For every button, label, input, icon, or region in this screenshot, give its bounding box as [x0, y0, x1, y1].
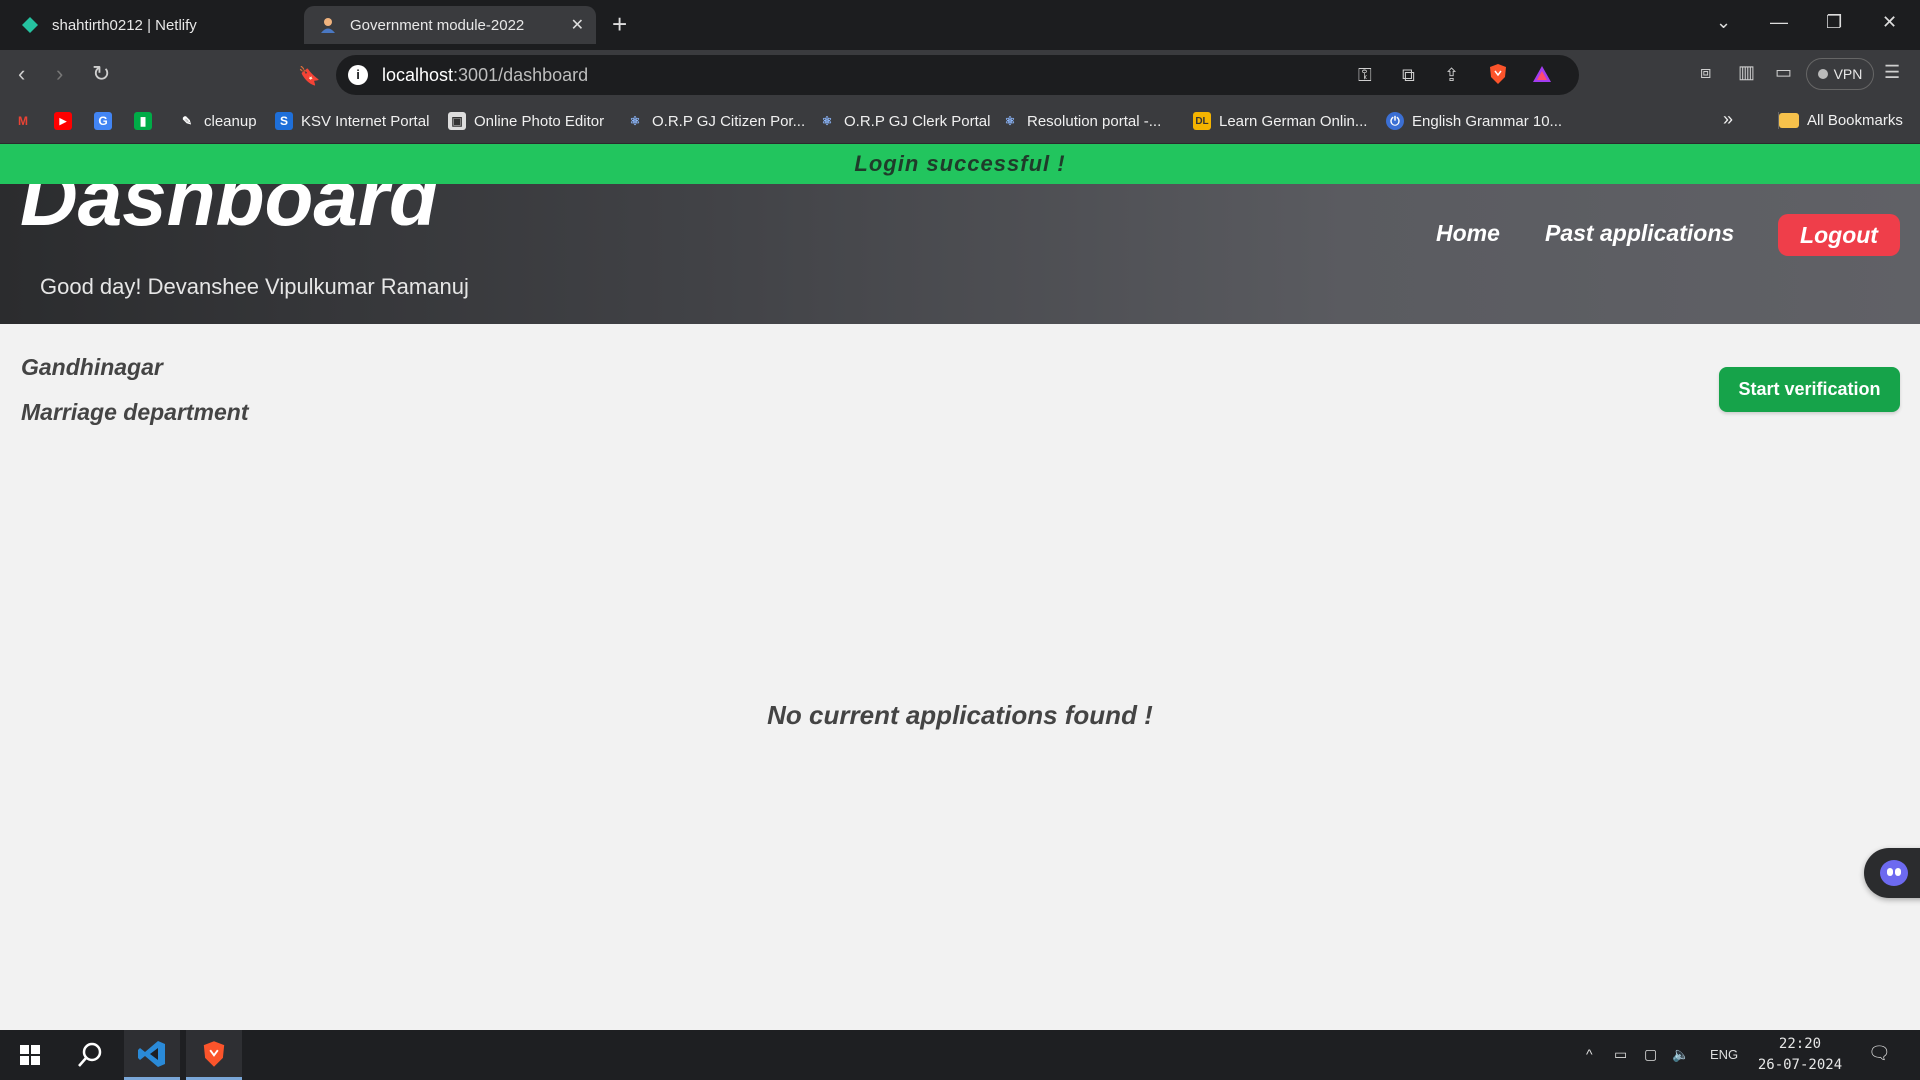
greeting-text: Good day! Devanshee Vipulkumar Ramanuj — [40, 274, 469, 299]
url-path: :3001/dashboard — [453, 65, 589, 85]
bookmark-learn-german[interactable]: DL Learn German Onlin... — [1193, 112, 1367, 130]
site-info-icon[interactable]: i — [348, 65, 368, 85]
sidebar-icon[interactable]: ▥ — [1738, 62, 1755, 83]
notification-icon[interactable]: 🗨 — [1868, 1043, 1891, 1064]
brave-rewards-icon[interactable] — [1532, 65, 1552, 88]
dashboard-header: Dashboard Good day! Devanshee Vipulkumar… — [0, 184, 1920, 324]
nav-home-link[interactable]: Home — [1436, 220, 1500, 247]
share-icon[interactable]: ⇪ — [1444, 65, 1459, 86]
bookmark-translate[interactable]: G — [94, 112, 120, 130]
window-close-button[interactable]: ✕ — [1882, 12, 1897, 33]
browser-toolbar: ‹ › ↻ 🔖 i localhost:3001/dashboard ⚿ ⧉ ⇪… — [0, 50, 1920, 100]
bookmark-english-grammar[interactable]: ⏻ English Grammar 10... — [1386, 112, 1562, 130]
start-verification-button[interactable]: Start verification — [1719, 367, 1900, 412]
tab-list-chevron-icon[interactable]: ⌄ — [1716, 12, 1731, 33]
nav-past-applications-link[interactable]: Past applications — [1545, 220, 1734, 247]
bookmark-cleanup[interactable]: ✎ cleanup — [178, 112, 257, 130]
login-success-toast: Login successful ! — [0, 144, 1920, 184]
minimize-button[interactable]: — — [1770, 12, 1788, 33]
react-icon: ⚛ — [1004, 114, 1016, 128]
translate-icon: G — [94, 112, 112, 130]
tray-chevron-up-icon[interactable]: ^ — [1586, 1046, 1593, 1062]
bookmark-resolution-portal[interactable]: ⚛ Resolution portal -... — [1001, 112, 1162, 130]
vscode-taskbar-icon[interactable] — [124, 1030, 180, 1080]
restore-button[interactable]: ❐ — [1826, 12, 1842, 33]
clock-time: 22:20 — [1778, 1036, 1822, 1052]
bookmark-orp-citizen[interactable]: ⚛ O.R.P GJ Citizen Por... — [626, 112, 806, 130]
reload-icon[interactable]: ↻ — [92, 62, 110, 86]
tab-title: shahtirth0212 | Netlify — [52, 16, 197, 34]
bookmark-label: Online Photo Editor — [474, 112, 605, 130]
brave-shield-icon[interactable] — [1488, 63, 1508, 90]
vpn-button[interactable]: VPN — [1806, 58, 1874, 90]
tab-netlify[interactable]: shahtirth0212 | Netlify — [10, 6, 300, 44]
bookmark-youtube[interactable]: ▶ — [54, 112, 80, 130]
url-host: localhost — [382, 65, 454, 85]
extensions-icon[interactable]: ⧈ — [1700, 62, 1711, 83]
search-icon[interactable] — [62, 1030, 118, 1080]
bookmark-label: English Grammar 10... — [1412, 112, 1563, 130]
react-icon: ⚛ — [629, 114, 641, 128]
chat-assistant-button[interactable] — [1864, 848, 1920, 898]
page-title: Dashboard — [20, 184, 438, 242]
logout-button[interactable]: Logout — [1778, 214, 1900, 256]
forward-icon[interactable]: › — [56, 62, 63, 86]
vpn-status-icon — [1817, 69, 1828, 79]
taskbar-clock[interactable]: 22:20 26-07-2024 — [1748, 1034, 1852, 1076]
password-key-icon[interactable]: ⚿ — [1358, 65, 1372, 86]
new-tab-button[interactable]: + — [612, 10, 627, 38]
menu-icon[interactable]: ☰ — [1884, 62, 1900, 83]
install-app-icon[interactable]: ⧉ — [1402, 65, 1415, 86]
department-label: Marriage department — [21, 399, 249, 425]
network-icon[interactable]: ▢ — [1644, 1046, 1657, 1063]
meet-icon: ▮ — [134, 112, 152, 130]
city-label: Gandhinagar — [21, 354, 163, 380]
bookmark-label: Learn German Onlin... — [1219, 112, 1368, 130]
netlify-diamond-icon — [20, 15, 40, 35]
bookmark-label: cleanup — [204, 112, 257, 130]
windows-taskbar: ^ ▭ ▢ 🔈 ENG 22:20 26-07-2024 🗨 — [0, 1030, 1920, 1080]
clock-date: 26-07-2024 — [1757, 1057, 1843, 1073]
youtube-icon: ▶ — [54, 112, 72, 130]
more-bookmarks-chevron-icon[interactable]: » — [1723, 109, 1733, 130]
bookmark-photo-editor[interactable]: ▣ Online Photo Editor — [448, 112, 604, 130]
power-icon: ⏻ — [1386, 112, 1404, 130]
url-text[interactable]: localhost:3001/dashboard — [382, 65, 588, 86]
language-indicator[interactable]: ENG — [1710, 1047, 1738, 1062]
tab-title: Government module-2022 — [350, 16, 525, 34]
bookmark-label: KSV Internet Portal — [301, 112, 430, 130]
battery-icon[interactable]: ▭ — [1614, 1046, 1627, 1063]
browser-tab-bar: shahtirth0212 | Netlify Government modul… — [0, 0, 1920, 50]
bookmark-label: O.R.P GJ Clerk Portal — [844, 112, 991, 130]
react-icon: ⚛ — [821, 114, 833, 128]
start-windows-icon[interactable] — [2, 1030, 58, 1080]
volume-icon[interactable]: 🔈 — [1672, 1046, 1689, 1063]
bookmark-meet[interactable]: ▮ — [134, 112, 160, 130]
gmail-icon: M — [18, 114, 28, 128]
folder-icon — [1779, 113, 1799, 128]
close-icon[interactable]: ✕ — [571, 15, 584, 35]
empty-applications-message: No current applications found ! — [767, 700, 1153, 730]
all-bookmarks-folder[interactable]: All Bookmarks — [1778, 112, 1903, 129]
cleanup-icon: ✎ — [181, 114, 193, 128]
photo-icon: ▣ — [448, 112, 466, 130]
bookmark-orp-clerk[interactable]: ⚛ O.R.P GJ Clerk Portal — [818, 112, 991, 130]
bot-face-icon — [1880, 860, 1908, 886]
person-icon — [318, 15, 338, 35]
dl-icon: DL — [1193, 112, 1211, 130]
bookmarks-bar: M ▶ G ▮ ✎ cleanup S KSV Internet Portal ▣ O… — [0, 100, 1920, 144]
bookmark-label: O.R.P GJ Citizen Por... — [652, 112, 806, 130]
brave-taskbar-icon[interactable] — [186, 1030, 242, 1080]
bookmark-label: Resolution portal -... — [1027, 112, 1162, 130]
bookmark-ksv[interactable]: S KSV Internet Portal — [275, 112, 429, 130]
vpn-label: VPN — [1833, 66, 1863, 82]
tab-government-module[interactable]: Government module-2022 ✕ — [304, 6, 596, 44]
all-bookmarks-label: All Bookmarks — [1807, 112, 1903, 129]
address-bar[interactable]: i localhost:3001/dashboard ⚿ ⧉ ⇪ — [336, 55, 1579, 95]
bookmark-gmail[interactable]: M — [14, 112, 40, 130]
wallet-icon[interactable]: ▭ — [1775, 62, 1792, 83]
back-icon[interactable]: ‹ — [18, 62, 25, 86]
bookmark-icon[interactable]: 🔖 — [298, 64, 320, 88]
ksv-icon: S — [275, 112, 293, 130]
